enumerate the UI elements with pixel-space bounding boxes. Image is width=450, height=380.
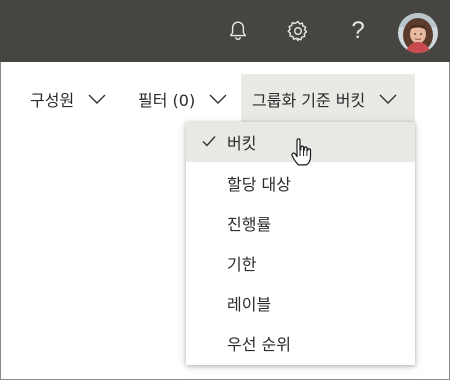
filter-dropdown[interactable]: 필터 (0) [138,74,227,124]
notifications-button[interactable] [221,14,255,48]
members-label: 구성원 [30,91,75,110]
group-by-dropdown[interactable]: 그룹화 기준 버킷 [241,74,415,124]
gear-icon [287,20,308,42]
filter-label: 필터 (0) [138,91,196,110]
members-dropdown[interactable]: 구성원 [30,74,106,124]
menu-item-progress[interactable]: 진행률 [186,203,415,243]
menu-item-label: 할당 대상 [227,175,291,194]
hand-pointer-icon [291,138,312,166]
chevron-down-icon [209,94,227,104]
menu-item-label: 진행률 [227,215,272,234]
chevron-down-icon [88,94,106,104]
checkmark-icon [202,136,216,147]
settings-button[interactable] [281,14,315,48]
menu-item-label: 버킷 [227,134,257,153]
help-button[interactable]: ? [341,14,375,48]
menu-item-due-date[interactable]: 기한 [186,243,415,283]
menu-item-labels[interactable]: 레이블 [186,283,415,323]
menu-item-label: 레이블 [227,295,272,314]
chevron-down-icon [379,94,397,104]
avatar-photo [398,13,438,53]
help-icon: ? [351,17,365,44]
menu-item-label: 기한 [227,255,257,274]
menu-item-label: 우선 순위 [227,335,291,354]
bell-icon [229,21,247,41]
toolbar: 구성원 필터 (0) 그룹화 기준 버킷 [0,74,450,124]
menu-item-priority[interactable]: 우선 순위 [186,323,415,363]
top-bar: ? [0,0,450,62]
group-by-label: 그룹화 기준 버킷 [252,91,366,110]
avatar[interactable] [398,13,438,53]
